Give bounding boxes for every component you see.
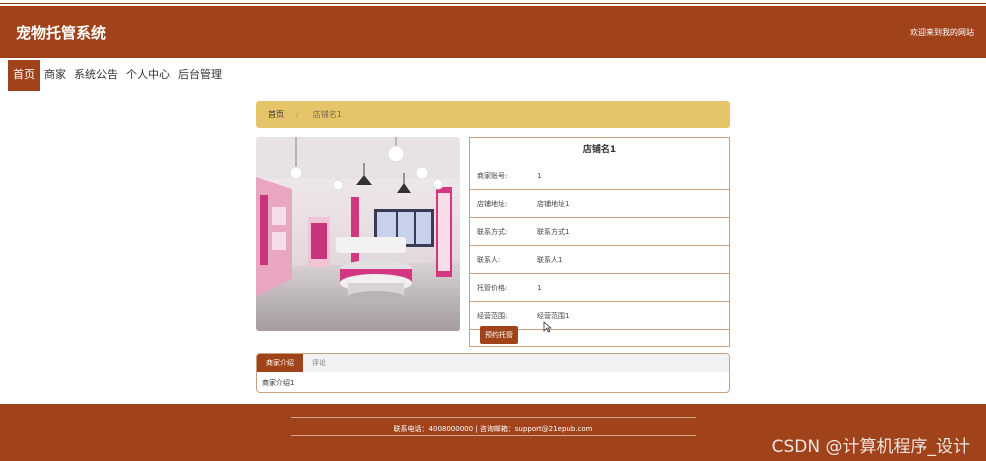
footer-divider-bottom [291, 435, 696, 436]
info-label: 联系人: [477, 255, 501, 264]
info-value: 经营范围1 [537, 311, 570, 320]
nav-item-admin[interactable]: 后台管理 [174, 60, 226, 91]
watermark: CSDN @计算机程序_设计 [771, 437, 970, 457]
footer-divider-top [291, 417, 696, 418]
shop-photo [256, 137, 460, 331]
detail-tabs: 商家介绍 评论 商家介绍1 [256, 353, 730, 393]
info-value: 1 [537, 171, 542, 180]
info-label: 托管价格: [477, 283, 508, 292]
book-boarding-button[interactable]: 预约托管 [480, 326, 518, 344]
info-row-account: 商家账号: 1 [470, 162, 729, 190]
top-rule [0, 3, 986, 4]
nav-item-home[interactable]: 首页 [8, 60, 40, 91]
site-header: 宠物托管系统 欢迎来到我的网站 [0, 6, 986, 58]
nav-item-personal-center[interactable]: 个人中心 [122, 60, 174, 91]
breadcrumb-separator: / [296, 110, 299, 119]
tab-content: 商家介绍1 [262, 379, 295, 387]
info-row-address: 店铺地址: 店铺地址1 [470, 190, 729, 218]
nav-item-merchants[interactable]: 商家 [40, 60, 70, 91]
info-row-price: 托管价格: 1 [470, 274, 729, 302]
info-row-contact-method: 联系方式: 联系方式1 [470, 218, 729, 246]
info-label: 店铺地址: [477, 199, 508, 208]
tab-bar: 商家介绍 评论 [257, 354, 729, 372]
welcome-text: 欢迎来到我的网站 [910, 28, 974, 37]
breadcrumb-home-link[interactable]: 首页 [268, 109, 284, 120]
info-value: 1 [537, 283, 542, 292]
main-nav: 首页 商家 系统公告 个人中心 后台管理 [8, 60, 226, 91]
tab-merchant-intro[interactable]: 商家介绍 [257, 354, 303, 372]
breadcrumb: 首页 / 店铺名1 [256, 101, 730, 128]
info-value: 联系人1 [537, 255, 563, 264]
breadcrumb-current: 店铺名1 [312, 110, 342, 119]
shop-info-panel: 店铺名1 商家账号: 1 店铺地址: 店铺地址1 联系方式: 联系方式1 联系人… [469, 137, 730, 347]
info-label: 联系方式: [477, 227, 508, 236]
site-footer: 联系电话：4008000000 | 咨询邮箱：support@21epub.co… [0, 404, 986, 461]
site-title: 宠物托管系统 [16, 24, 107, 42]
shop-name-title: 店铺名1 [582, 145, 617, 155]
info-label: 经营范围: [477, 311, 508, 320]
nav-item-announcements[interactable]: 系统公告 [70, 60, 122, 91]
info-row-contact-person: 联系人: 联系人1 [470, 246, 729, 274]
mouse-cursor-icon [543, 321, 552, 333]
tab-comments[interactable]: 评论 [303, 354, 335, 372]
info-label: 商家账号: [477, 171, 508, 180]
info-value: 联系方式1 [537, 227, 570, 236]
info-value: 店铺地址1 [537, 199, 570, 208]
shop-interior-illustration [256, 137, 460, 331]
